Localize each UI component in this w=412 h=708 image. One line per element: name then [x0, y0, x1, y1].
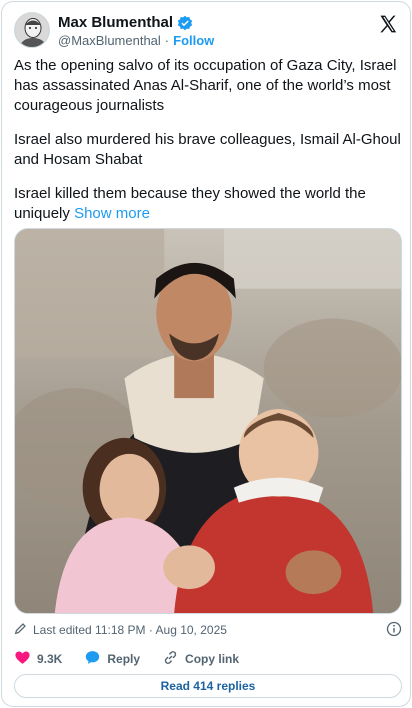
show-more-link[interactable]: Show more — [74, 205, 150, 222]
tweet-actions: 9.3K Reply Copy link — [14, 648, 402, 670]
info-icon[interactable] — [386, 621, 402, 637]
tweet-card: Max Blumenthal @MaxBlumenthal · Follow A… — [1, 1, 411, 707]
tweet-header: Max Blumenthal @MaxBlumenthal · Follow — [14, 12, 400, 48]
pencil-icon — [14, 622, 27, 638]
reply-bubble-icon — [84, 649, 101, 669]
tweet-text: As the opening salvo of its occupation o… — [14, 56, 402, 238]
display-name[interactable]: Max Blumenthal — [58, 14, 173, 31]
handle-row: @MaxBlumenthal · Follow — [58, 33, 214, 48]
copy-link-label: Copy link — [185, 652, 240, 666]
reply-label: Reply — [107, 652, 141, 666]
tweet-photo[interactable] — [14, 228, 402, 614]
tweet-paragraph-1: As the opening salvo of its occupation o… — [14, 57, 397, 114]
reply-button[interactable]: Reply — [84, 649, 140, 669]
link-icon — [162, 649, 179, 669]
edited-timestamp[interactable]: Last edited 11:18 PM · Aug 10, 2025 — [33, 623, 227, 637]
x-logo-icon[interactable] — [378, 14, 398, 34]
read-replies-button[interactable]: Read 414 replies — [14, 674, 402, 698]
name-row: Max Blumenthal — [58, 14, 193, 31]
tweet-paragraph-2: Israel also murdered his brave colleague… — [14, 131, 401, 168]
copy-link-button[interactable]: Copy link — [162, 649, 239, 669]
tweet-paragraph-3-text: Israel killed them because they showed t… — [14, 185, 366, 222]
handle[interactable]: @MaxBlumenthal — [58, 33, 161, 48]
tweet-paragraph-3: Israel killed them because they showed t… — [14, 184, 402, 224]
verified-icon — [177, 15, 193, 31]
like-count: 9.3K — [37, 652, 63, 666]
follow-button[interactable]: Follow — [173, 33, 214, 48]
heart-icon — [14, 649, 31, 669]
separator: · — [164, 33, 170, 48]
like-button[interactable]: 9.3K — [14, 649, 62, 669]
tweet-meta: Last edited 11:18 PM · Aug 10, 2025 — [14, 620, 402, 640]
avatar[interactable] — [14, 12, 50, 48]
